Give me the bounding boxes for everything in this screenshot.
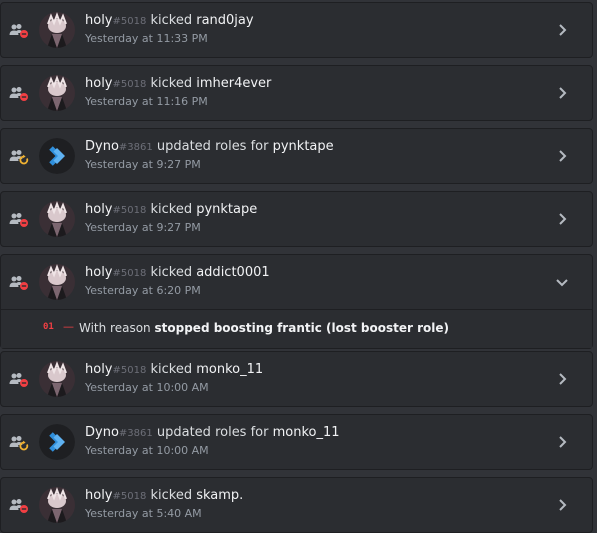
audit-log-entry[interactable]: holy#5018 kicked monko_11 Yesterday at 1… <box>0 351 593 407</box>
action-verb: kicked <box>150 76 193 91</box>
actor-name[interactable]: holy <box>85 76 113 91</box>
audit-log-entry[interactable]: holy#5018 kicked pynktape Yesterday at 9… <box>0 191 593 247</box>
holy-avatar <box>39 12 75 48</box>
entry-timestamp: Yesterday at 11:33 PM <box>85 32 208 45</box>
audit-log-entry[interactable]: Dyno#3861 updated roles for pynktape Yes… <box>0 128 593 184</box>
entry-timestamp: Yesterday at 10:00 AM <box>85 381 209 394</box>
dyno-avatar <box>39 138 75 174</box>
target-name[interactable]: monko_11 <box>273 425 340 440</box>
actor-discriminator: #5018 <box>112 268 147 279</box>
actor-name[interactable]: holy <box>85 488 113 503</box>
entry-timestamp: Yesterday at 9:27 PM <box>85 158 201 171</box>
entry-header[interactable]: Dyno#3861 updated roles for monko_11 Yes… <box>1 415 592 469</box>
audit-log-entry[interactable]: holy#5018 kicked rand0jay Yesterday at 1… <box>0 2 593 58</box>
entry-timestamp: Yesterday at 5:40 AM <box>85 507 202 520</box>
reason-value: stopped boosting frantic (lost booster r… <box>154 321 450 335</box>
entry-title: holy#5018 kicked imher4ever <box>85 76 271 91</box>
member-kick-icon <box>9 24 28 38</box>
actor-discriminator: #5018 <box>112 365 147 376</box>
actor-discriminator: #5018 <box>112 491 147 502</box>
entry-title: Dyno#3861 updated roles for monko_11 <box>85 425 340 440</box>
entry-title: Dyno#3861 updated roles for pynktape <box>85 139 334 154</box>
target-name[interactable]: pynktape <box>273 139 334 154</box>
entry-title: holy#5018 kicked rand0jay <box>85 13 254 28</box>
holy-avatar <box>39 201 75 237</box>
member-kick-icon <box>9 499 28 513</box>
chevron-right-icon[interactable] <box>554 434 570 450</box>
entry-timestamp: Yesterday at 10:00 AM <box>85 444 209 457</box>
member-kick-icon <box>9 213 28 227</box>
entry-timestamp: Yesterday at 6:20 PM <box>85 284 201 297</box>
detail-text: With reason stopped boosting frantic (lo… <box>79 321 449 335</box>
audit-log-entry[interactable]: holy#5018 kicked imher4ever Yesterday at… <box>0 65 593 121</box>
target-name[interactable]: addict0001 <box>196 265 269 280</box>
actor-discriminator: #3861 <box>118 142 153 153</box>
entry-header[interactable]: holy#5018 kicked pynktape Yesterday at 9… <box>1 192 592 246</box>
audit-log-entry-expanded[interactable]: holy#5018 kicked addict0001 Yesterday at… <box>0 254 593 349</box>
action-verb: kicked <box>150 13 193 28</box>
entry-header[interactable]: holy#5018 kicked rand0jay Yesterday at 1… <box>1 3 592 57</box>
entry-header[interactable]: holy#5018 kicked skamp. Yesterday at 5:4… <box>1 478 592 532</box>
chevron-right-icon[interactable] <box>554 497 570 513</box>
member-kick-icon <box>9 276 28 290</box>
action-verb: kicked <box>150 265 193 280</box>
actor-name[interactable]: holy <box>85 362 113 377</box>
actor-name[interactable]: Dyno <box>85 139 119 154</box>
reason-prefix: With reason <box>79 321 151 335</box>
member-kick-icon <box>9 373 28 387</box>
audit-log-entry[interactable]: Dyno#3861 updated roles for monko_11 Yes… <box>0 414 593 470</box>
member-role-update-icon <box>9 436 29 451</box>
action-verb: kicked <box>150 488 193 503</box>
chevron-right-icon[interactable] <box>554 148 570 164</box>
actor-name[interactable]: Dyno <box>85 425 119 440</box>
entry-title: holy#5018 kicked monko_11 <box>85 362 263 377</box>
actor-discriminator: #5018 <box>112 205 147 216</box>
entry-title: holy#5018 kicked skamp. <box>85 488 243 503</box>
entry-title: holy#5018 kicked pynktape <box>85 202 257 217</box>
entry-title: holy#5018 kicked addict0001 <box>85 265 270 280</box>
entry-header[interactable]: holy#5018 kicked addict0001 Yesterday at… <box>1 255 592 309</box>
holy-avatar <box>39 361 75 397</box>
action-verb: updated roles for <box>156 425 269 440</box>
actor-discriminator: #3861 <box>118 428 153 439</box>
audit-log-entry[interactable]: holy#5018 kicked skamp. Yesterday at 5:4… <box>0 477 593 533</box>
actor-discriminator: #5018 <box>112 16 147 27</box>
chevron-right-icon[interactable] <box>554 371 570 387</box>
actor-discriminator: #5018 <box>112 79 147 90</box>
holy-avatar <box>39 75 75 111</box>
chevron-right-icon[interactable] <box>554 85 570 101</box>
entry-header[interactable]: holy#5018 kicked monko_11 Yesterday at 1… <box>1 352 592 406</box>
detail-dash: — <box>63 320 74 333</box>
chevron-right-icon[interactable] <box>554 22 570 38</box>
entry-header[interactable]: holy#5018 kicked imher4ever Yesterday at… <box>1 66 592 120</box>
entry-timestamp: Yesterday at 11:16 PM <box>85 95 208 108</box>
action-verb: updated roles for <box>156 139 269 154</box>
actor-name[interactable]: holy <box>85 13 113 28</box>
member-kick-icon <box>9 87 28 101</box>
target-name[interactable]: imher4ever <box>196 76 271 91</box>
entry-header[interactable]: Dyno#3861 updated roles for pynktape Yes… <box>1 129 592 183</box>
target-name[interactable]: rand0jay <box>196 13 253 28</box>
holy-avatar <box>39 487 75 523</box>
target-name[interactable]: skamp. <box>196 488 243 503</box>
action-verb: kicked <box>150 202 193 217</box>
chevron-down-icon[interactable] <box>554 274 570 290</box>
target-name[interactable]: monko_11 <box>196 362 263 377</box>
chevron-right-icon[interactable] <box>554 211 570 227</box>
detail-line-number: 01 <box>43 322 54 332</box>
entry-detail: 01 — With reason stopped boosting franti… <box>1 309 592 348</box>
actor-name[interactable]: holy <box>85 265 113 280</box>
member-role-update-icon <box>9 150 29 165</box>
dyno-avatar <box>39 424 75 460</box>
target-name[interactable]: pynktape <box>196 202 257 217</box>
entry-timestamp: Yesterday at 9:27 PM <box>85 221 201 234</box>
action-verb: kicked <box>150 362 193 377</box>
holy-avatar <box>39 264 75 300</box>
actor-name[interactable]: holy <box>85 202 113 217</box>
